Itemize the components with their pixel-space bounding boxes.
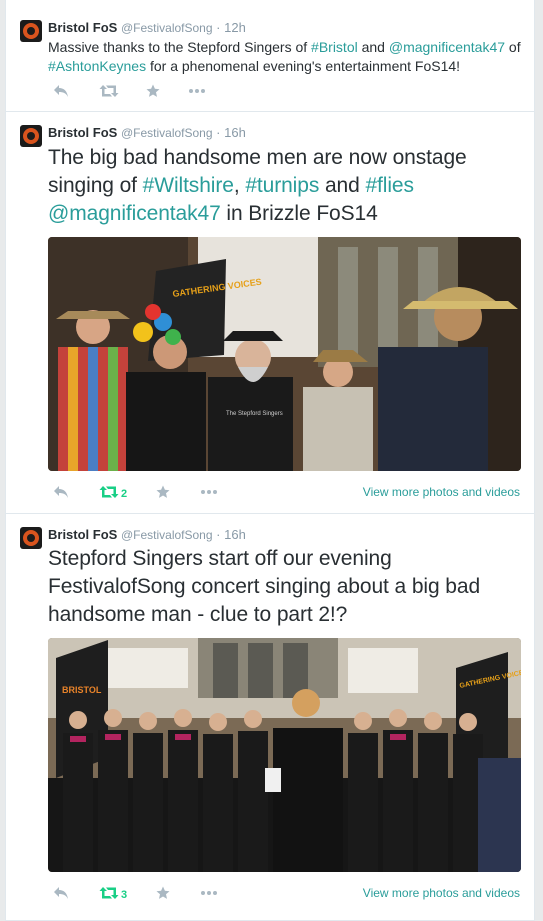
tweet[interactable]: Bristol FoS @FestivalofSong · 12h Massiv… — [6, 0, 534, 112]
text-segment: Stepford Singers start off our evening F… — [48, 547, 481, 626]
hashtag-link[interactable]: #flies — [365, 174, 414, 197]
text-segment: in Brizzle FoS14 — [220, 202, 378, 225]
separator-dot: · — [216, 527, 221, 542]
photo-banner-left: BRISTOL — [62, 685, 102, 695]
reply-icon[interactable] — [53, 485, 69, 501]
avatar[interactable] — [20, 125, 42, 147]
text-segment: for a phenomenal evening's entertainment… — [146, 58, 461, 74]
favorite-icon[interactable] — [146, 84, 160, 100]
text-segment: , — [233, 174, 246, 197]
separator-dot: · — [216, 125, 221, 140]
fullname[interactable]: Bristol FoS — [48, 125, 117, 140]
reply-icon[interactable] — [53, 886, 69, 902]
shirt-text: The Stepford Singers — [226, 411, 283, 417]
retweet-icon[interactable]: 2 — [99, 485, 127, 501]
text-segment: of — [505, 39, 521, 55]
mention-link[interactable]: @magnificentak47 — [48, 202, 221, 225]
text-segment: and — [319, 174, 366, 197]
hashtag-link[interactable]: #Wiltshire — [143, 174, 234, 197]
tweet-photo[interactable]: GATHERING VOICES The Stepford Singers — [48, 237, 521, 471]
text-segment: and — [357, 39, 389, 55]
view-more-media-link[interactable]: View more photos and videos — [363, 886, 520, 900]
tweet-text: Massive thanks to the Stepford Singers o… — [48, 38, 523, 76]
tweet-header: Bristol FoS @FestivalofSong · 16h — [48, 125, 246, 140]
reply-icon[interactable] — [53, 84, 69, 100]
tweet-header: Bristol FoS @FestivalofSong · 16h — [48, 527, 246, 542]
tweet-photo[interactable]: BRISTOL GATHERING VOICES — [48, 638, 521, 872]
tweet[interactable]: Bristol FoS @FestivalofSong · 16h Stepfo… — [6, 515, 534, 921]
username[interactable]: @FestivalofSong — [121, 528, 213, 542]
tweet-header: Bristol FoS @FestivalofSong · 12h — [48, 20, 246, 35]
fullname[interactable]: Bristol FoS — [48, 527, 117, 542]
favorite-icon[interactable] — [156, 485, 170, 501]
username[interactable]: @FestivalofSong — [121, 126, 213, 140]
tweet-text: Stepford Singers start off our evening F… — [48, 545, 528, 629]
fullname[interactable]: Bristol FoS — [48, 20, 117, 35]
view-more-media-link[interactable]: View more photos and videos — [363, 485, 520, 499]
timestamp[interactable]: 12h — [224, 20, 246, 35]
more-icon[interactable] — [200, 886, 218, 902]
more-icon[interactable] — [200, 485, 218, 501]
hashtag-link[interactable]: #Bristol — [311, 39, 358, 55]
tweet[interactable]: Bristol FoS @FestivalofSong · 16h The bi… — [6, 113, 534, 514]
favorite-icon[interactable] — [156, 886, 170, 902]
username[interactable]: @FestivalofSong — [121, 21, 213, 35]
separator-dot: · — [216, 20, 221, 35]
timestamp[interactable]: 16h — [224, 527, 246, 542]
text-segment: Massive thanks to the Stepford Singers o… — [48, 39, 312, 55]
retweet-count: 3 — [121, 889, 128, 901]
more-icon[interactable] — [188, 84, 206, 100]
avatar[interactable] — [20, 20, 42, 42]
tweet-text: The big bad handsome men are now onstage… — [48, 144, 528, 228]
retweet-icon[interactable]: 3 — [99, 886, 127, 902]
retweet-icon[interactable] — [99, 84, 119, 100]
mention-link[interactable]: @magnificentak47 — [389, 39, 505, 55]
hashtag-link[interactable]: #AshtonKeynes — [48, 58, 146, 74]
avatar[interactable] — [20, 527, 42, 549]
timestamp[interactable]: 16h — [224, 125, 246, 140]
retweet-count: 2 — [121, 488, 128, 500]
tweet-actions — [48, 84, 518, 100]
hashtag-link[interactable]: #turnips — [245, 174, 319, 197]
timeline: Bristol FoS @FestivalofSong · 12h Massiv… — [5, 0, 535, 921]
